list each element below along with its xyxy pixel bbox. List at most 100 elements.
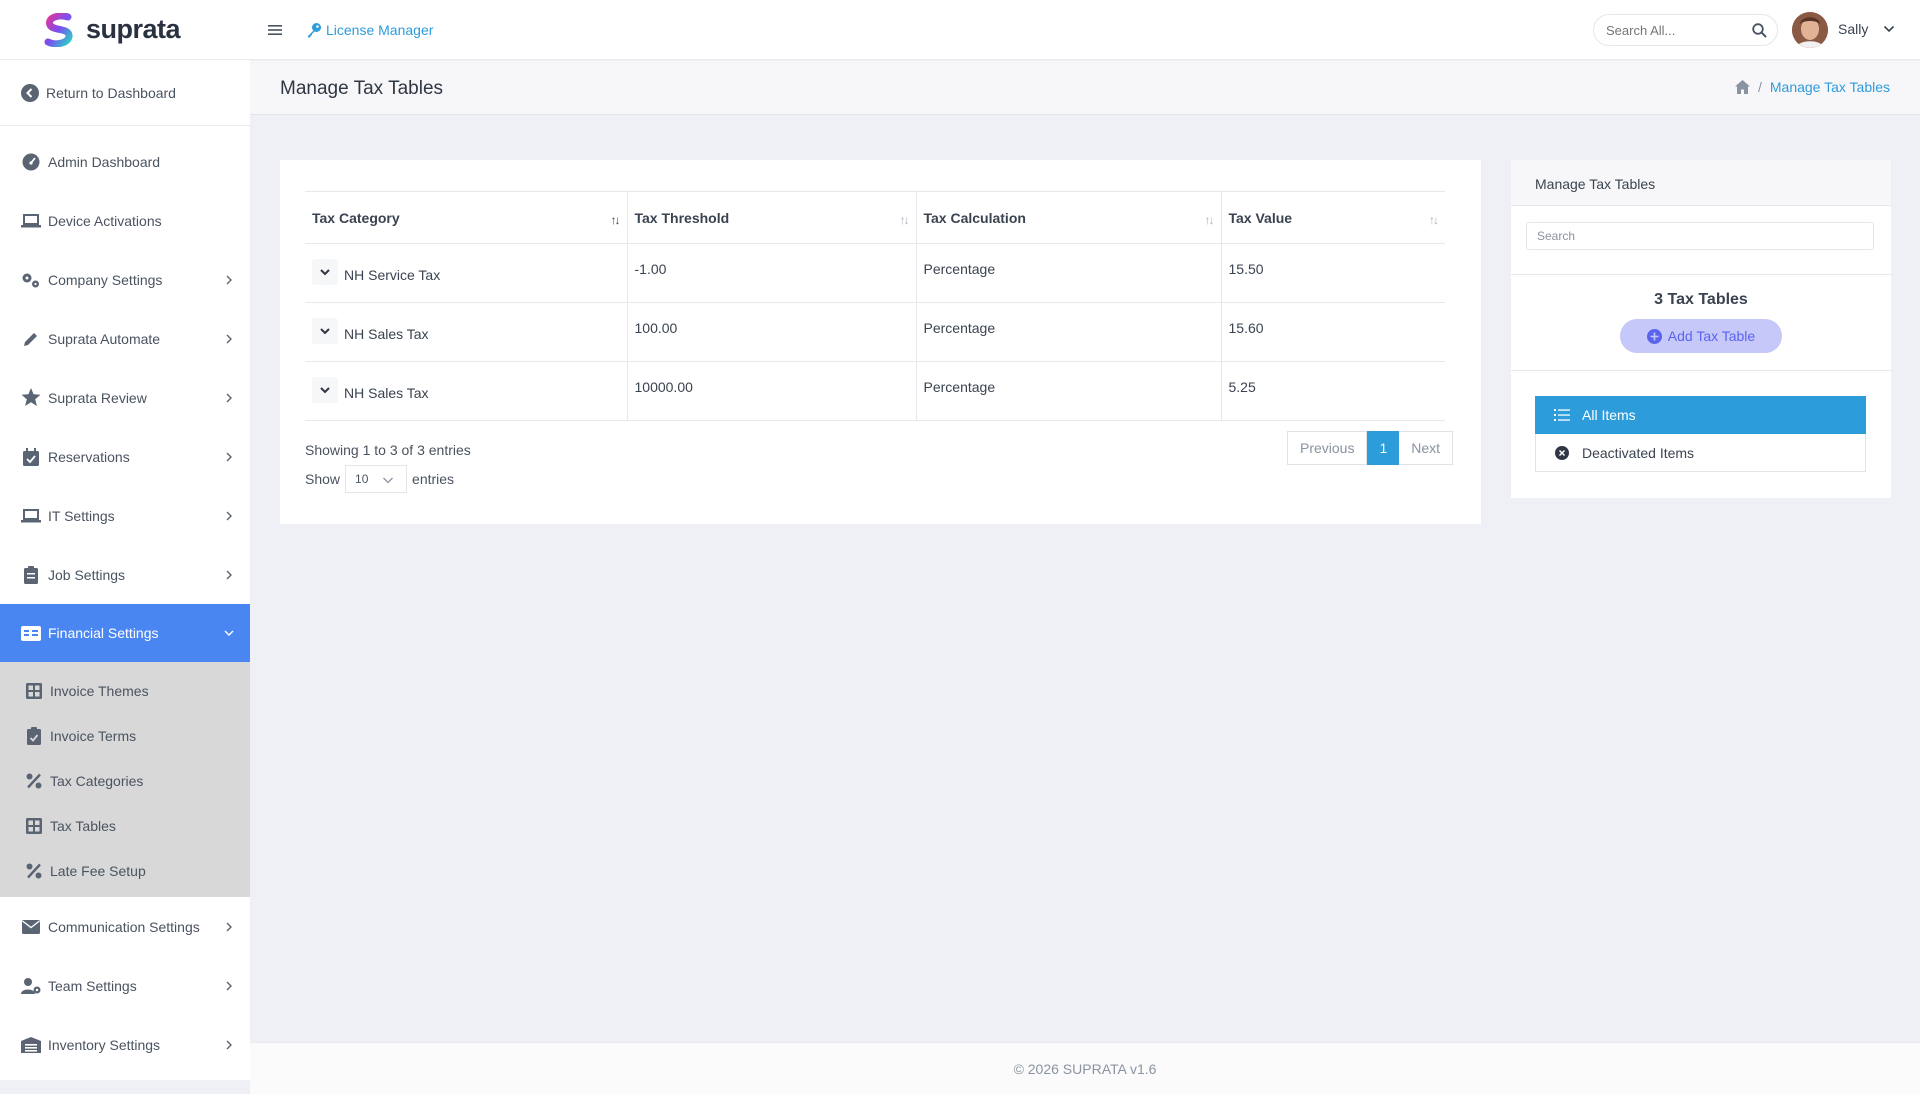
sidebar-item-suprata-automate[interactable]: Suprata Automate — [0, 309, 250, 368]
page-length-control: Show 10 entries — [305, 465, 454, 493]
table-row[interactable]: NH Sales Tax 100.00 Percentage 15.60 — [305, 302, 1445, 362]
breadcrumb-current[interactable]: Manage Tax Tables — [1770, 79, 1890, 95]
column-header-label: Tax Threshold — [634, 209, 730, 226]
return-to-dashboard-link[interactable]: Return to Dashboard — [0, 60, 250, 126]
tax-tables-card: Tax Category ↑↓ Tax Threshold ↑↓ Tax Calcu… — [280, 160, 1481, 524]
x-circle-icon — [1554, 445, 1570, 461]
sidebar-item-company-settings[interactable]: Company Settings — [0, 250, 250, 309]
sidebar-subitem-late-fee-setup[interactable]: Late Fee Setup — [0, 848, 250, 893]
financial-settings-submenu: Invoice Themes Invoice Terms Tax Categor… — [0, 662, 250, 897]
filter-list: All Items Deactivated Items — [1535, 396, 1866, 472]
page-header: Manage Tax Tables / Manage Tax Tables — [250, 61, 1920, 115]
column-header-label: Tax Category — [312, 209, 400, 226]
tax-category-text: NH Service Tax — [344, 266, 441, 283]
global-search[interactable] — [1593, 14, 1778, 46]
pen-icon — [21, 329, 41, 349]
column-header-tax-calculation[interactable]: Tax Calculation ↑↓ — [915, 191, 1221, 244]
next-page-button[interactable]: Next — [1399, 431, 1454, 465]
sidebar-subitem-label: Tax Categories — [50, 772, 144, 789]
logo[interactable]: suprata — [0, 0, 250, 60]
filter-deactivated-items[interactable]: Deactivated Items — [1535, 434, 1866, 472]
expand-row-chevron-icon[interactable] — [312, 259, 338, 285]
sidebar-item-label: Device Activations — [48, 212, 162, 229]
sidebar-item-it-settings[interactable]: IT Settings — [0, 486, 250, 545]
cell-tax-category: NH Sales Tax — [305, 302, 627, 362]
sidebar-item-label: Company Settings — [48, 271, 163, 288]
page-length-select[interactable]: 10 — [345, 465, 408, 493]
chevron-right-icon — [222, 979, 236, 993]
sidebar-item-label: Suprata Review — [48, 389, 147, 406]
previous-page-button[interactable]: Previous — [1287, 431, 1368, 465]
filter-all-items[interactable]: All Items — [1535, 396, 1866, 434]
hamburger-menu-icon[interactable] — [266, 21, 284, 39]
sidebar-item-label: Inventory Settings — [48, 1036, 161, 1053]
chevron-right-icon — [222, 509, 236, 523]
copyright-text: © 2026 SUPRATA v1.6 — [1013, 1061, 1157, 1077]
sidebar-item-team-settings[interactable]: Team Settings — [0, 956, 250, 1015]
column-header-tax-threshold[interactable]: Tax Threshold ↑↓ — [626, 191, 916, 244]
sidebar-bottom-gap — [0, 1080, 250, 1094]
expand-row-chevron-icon[interactable] — [312, 377, 338, 403]
sidebar-subitem-tax-categories[interactable]: Tax Categories — [0, 758, 250, 803]
sidebar-subitem-invoice-themes[interactable]: Invoice Themes — [0, 668, 250, 713]
sort-icon: ↑↓ — [1429, 213, 1439, 227]
panel-search-input[interactable]: Search — [1526, 222, 1874, 250]
cell-tax-calculation: Percentage — [915, 361, 1221, 421]
sidebar-subitem-label: Late Fee Setup — [50, 862, 146, 879]
pagination: Previous 1 Next — [1287, 431, 1454, 465]
license-manager-link[interactable]: License Manager — [306, 22, 433, 38]
chevron-down-icon — [383, 477, 393, 484]
add-tax-table-button[interactable]: Add Tax Table — [1620, 319, 1782, 353]
page-title: Manage Tax Tables — [280, 78, 444, 99]
sidebar-subitem-invoice-terms[interactable]: Invoice Terms — [0, 713, 250, 758]
cell-tax-threshold: -1.00 — [626, 243, 916, 303]
sidebar-item-inventory-settings[interactable]: Inventory Settings — [0, 1015, 250, 1074]
chevron-right-icon — [222, 273, 236, 287]
chevron-right-icon — [222, 1038, 236, 1052]
sidebar-item-device-activations[interactable]: Device Activations — [0, 191, 250, 250]
table-icon — [24, 816, 44, 836]
sort-icon: ↑↓ — [899, 213, 910, 227]
sidebar-item-label: Suprata Automate — [48, 330, 161, 347]
sidebar-item-admin-dashboard[interactable]: Admin Dashboard — [0, 132, 250, 191]
sidebar-item-reservations[interactable]: Reservations — [0, 427, 250, 486]
search-icon[interactable] — [1752, 23, 1767, 38]
sidebar-nav: Admin Dashboard Device Activations Compa… — [0, 126, 250, 1074]
add-tax-table-label: Add Tax Table — [1667, 328, 1756, 344]
sidebar-item-label: Job Settings — [48, 566, 126, 583]
plus-circle-icon — [1646, 328, 1668, 344]
clipboard-check-icon — [24, 726, 44, 746]
cell-tax-calculation: Percentage — [915, 302, 1221, 362]
table-row[interactable]: NH Sales Tax 10000.00 Percentage 5.25 — [305, 361, 1445, 421]
grid-icon — [24, 681, 44, 701]
sidebar-item-label: Financial Settings — [48, 625, 159, 641]
table-row[interactable]: NH Service Tax -1.00 Percentage 15.50 — [305, 243, 1445, 303]
footer: © 2026 SUPRATA v1.6 — [250, 1042, 1920, 1094]
breadcrumb-separator: / — [1757, 79, 1762, 95]
user-name[interactable]: Sally — [1838, 21, 1868, 37]
chevron-down-icon[interactable] — [1882, 22, 1896, 36]
sidebar-item-suprata-review[interactable]: Suprata Review — [0, 368, 250, 427]
table-header-row: Tax Category ↑↓ Tax Threshold ↑↓ Tax Calcu… — [305, 191, 1445, 244]
expand-row-chevron-icon[interactable] — [312, 318, 338, 344]
sidebar-item-communication-settings[interactable]: Communication Settings — [0, 897, 250, 956]
divider — [1511, 274, 1891, 275]
cell-tax-value: 15.50 — [1220, 243, 1445, 303]
column-header-tax-value[interactable]: Tax Value ↑↓ — [1220, 191, 1445, 244]
global-search-input[interactable] — [1606, 22, 1746, 38]
suprata-logo-icon — [44, 12, 73, 47]
cell-tax-category: NH Service Tax — [305, 243, 627, 303]
license-manager-label: License Manager — [326, 21, 434, 38]
sidebar-subitem-label: Invoice Themes — [50, 682, 149, 699]
sidebar-subitem-tax-tables[interactable]: Tax Tables — [0, 803, 250, 848]
sidebar-item-financial-settings[interactable]: Financial Settings — [0, 604, 250, 662]
column-header-label: Tax Value — [1228, 209, 1293, 226]
chevron-down-icon — [222, 626, 236, 640]
page-1-button[interactable]: 1 — [1367, 431, 1400, 465]
sidebar-item-job-settings[interactable]: Job Settings — [0, 545, 250, 604]
tax-tables-count: 3 Tax Tables — [1654, 291, 1748, 308]
column-header-tax-category[interactable]: Tax Category ↑↓ — [305, 191, 627, 244]
avatar[interactable] — [1792, 12, 1828, 48]
page-length-value: 10 — [355, 472, 369, 486]
home-icon[interactable] — [1734, 80, 1750, 94]
